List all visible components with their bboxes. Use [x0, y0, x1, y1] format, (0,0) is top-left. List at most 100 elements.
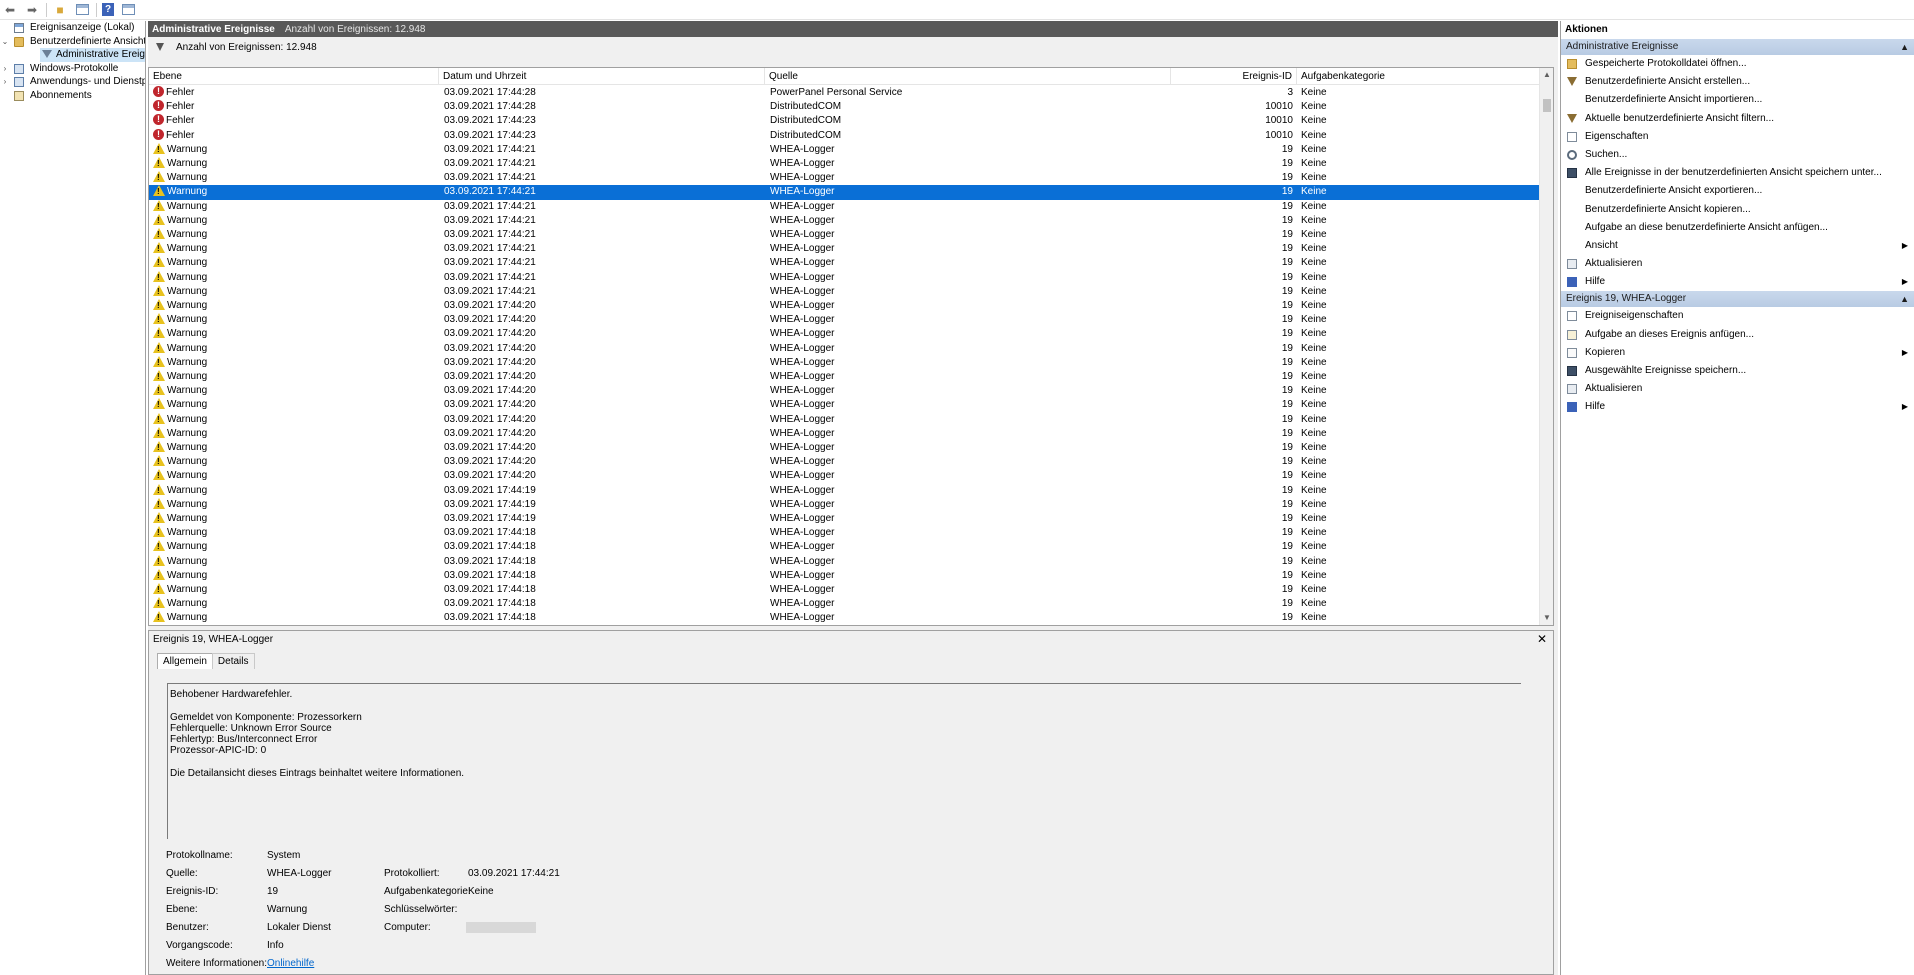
tab-general[interactable]: Allgemein — [157, 653, 213, 669]
action-item[interactable]: Ereigniseigenschaften — [1561, 307, 1914, 325]
date-cell: 03.09.2021 17:44:18 — [444, 612, 536, 624]
table-row[interactable]: Warnung 03.09.2021 17:44:21 WHEA-Logger 19 K… — [149, 157, 1539, 171]
action-item[interactable]: Benutzerdefinierte Ansicht exportieren..… — [1561, 182, 1914, 200]
action-item[interactable]: Suchen... — [1561, 146, 1914, 164]
tree-item-2[interactable]: Administrative Ereignisse — [40, 48, 145, 62]
table-row[interactable]: Warnung 03.09.2021 17:44:21 WHEA-Logger 19 K… — [149, 284, 1539, 299]
table-row[interactable]: Fehler 03.09.2021 17:44:23 DistributedCOM 1… — [149, 128, 1539, 143]
tree-item-4[interactable]: › Anwendungs- und Dienstprotokolle — [0, 75, 145, 89]
online-help-link[interactable]: Onlinehilfe — [267, 958, 314, 970]
date-cell: 03.09.2021 17:44:21 — [444, 271, 536, 283]
chevron-down-icon[interactable]: ⌄ — [1, 35, 9, 49]
action-item[interactable]: Benutzerdefinierte Ansicht kopieren... — [1561, 201, 1914, 219]
action-item[interactable]: Hilfe ▶ — [1561, 273, 1914, 291]
event-id-cell: 19 — [1281, 385, 1293, 397]
action-item[interactable]: Aktualisieren — [1561, 380, 1914, 398]
event-id-cell: 19 — [1281, 158, 1293, 169]
action-item[interactable]: Ansicht ▶ — [1561, 237, 1914, 255]
table-row[interactable]: Warnung 03.09.2021 17:44:21 WHEA-Logger 19 K… — [149, 270, 1539, 285]
table-row[interactable]: Warnung 03.09.2021 17:44:21 WHEA-Logger 19 K… — [149, 142, 1539, 157]
table-row[interactable]: Warnung 03.09.2021 17:44:21 WHEA-Logger 19 K… — [149, 171, 1539, 185]
table-row[interactable]: Warnung 03.09.2021 17:44:21 WHEA-Logger 19 K… — [149, 242, 1539, 256]
chevron-right-icon[interactable]: › — [1, 75, 9, 89]
date-cell: 03.09.2021 17:44:23 — [444, 115, 536, 127]
action-group-header[interactable]: Administrative Ereignisse ▲ — [1561, 39, 1914, 55]
action-item[interactable]: Aktualisieren — [1561, 255, 1914, 273]
table-row[interactable]: Warnung 03.09.2021 17:44:20 WHEA-Logger 19 K… — [149, 299, 1539, 313]
table-row[interactable]: Warnung 03.09.2021 17:44:21 WHEA-Logger 19 K… — [149, 185, 1539, 200]
level-label: Ebene: — [166, 904, 198, 915]
table-row[interactable]: Warnung 03.09.2021 17:44:18 WHEA-Logger 19 K… — [149, 597, 1539, 611]
scroll-down-icon[interactable]: ▼ — [1540, 611, 1553, 625]
folder-up-icon[interactable]: ■ — [52, 2, 68, 18]
show-hide-tree-icon[interactable] — [74, 2, 90, 18]
action-item[interactable]: Gespeicherte Protokolldatei öffnen... — [1561, 55, 1914, 73]
table-row[interactable]: Warnung 03.09.2021 17:44:20 WHEA-Logger 19 K… — [149, 341, 1539, 356]
action-item[interactable]: Kopieren ▶ — [1561, 344, 1914, 362]
table-row[interactable]: Warnung 03.09.2021 17:44:19 WHEA-Logger 19 K… — [149, 497, 1539, 512]
action-item[interactable]: Alle Ereignisse in der benutzerdefiniert… — [1561, 164, 1914, 182]
action-item[interactable]: Benutzerdefinierte Ansicht importieren..… — [1561, 91, 1914, 109]
close-icon[interactable]: ✕ — [1537, 632, 1547, 646]
table-row[interactable]: Warnung 03.09.2021 17:44:18 WHEA-Logger 19 K… — [149, 611, 1539, 625]
table-row[interactable]: Warnung 03.09.2021 17:44:18 WHEA-Logger 19 K… — [149, 568, 1539, 583]
table-row[interactable]: Warnung 03.09.2021 17:44:18 WHEA-Logger 19 K… — [149, 526, 1539, 540]
vertical-scrollbar[interactable]: ▲ ▼ — [1539, 68, 1553, 625]
scroll-thumb[interactable] — [1543, 99, 1551, 112]
table-row[interactable]: Warnung 03.09.2021 17:44:20 WHEA-Logger 19 K… — [149, 327, 1539, 341]
chevron-up-icon[interactable]: ▲ — [1900, 39, 1909, 55]
column-header-task-category[interactable]: Aufgabenkategorie — [1297, 68, 1540, 85]
table-row[interactable]: Warnung 03.09.2021 17:44:20 WHEA-Logger 19 K… — [149, 313, 1539, 327]
tree-item-1[interactable]: ⌄ Benutzerdefinierte Ansichten — [0, 35, 145, 49]
table-row[interactable]: Warnung 03.09.2021 17:44:21 WHEA-Logger 19 K… — [149, 256, 1539, 270]
table-row[interactable]: Fehler 03.09.2021 17:44:28 PowerPanel Pers… — [149, 86, 1539, 100]
action-item[interactable]: Eigenschaften — [1561, 128, 1914, 146]
action-item[interactable]: Aufgabe an diese benutzerdefinierte Ansi… — [1561, 219, 1914, 237]
tree-item-3[interactable]: › Windows-Protokolle — [0, 62, 145, 76]
back-arrow-icon[interactable]: ⬅ — [2, 2, 18, 18]
table-row[interactable]: Warnung 03.09.2021 17:44:18 WHEA-Logger 19 K… — [149, 540, 1539, 554]
table-row[interactable]: Warnung 03.09.2021 17:44:20 WHEA-Logger 19 K… — [149, 455, 1539, 469]
table-row[interactable]: Warnung 03.09.2021 17:44:20 WHEA-Logger 19 K… — [149, 469, 1539, 483]
warning-icon — [153, 526, 165, 538]
table-row[interactable]: Warnung 03.09.2021 17:44:19 WHEA-Logger 19 K… — [149, 512, 1539, 526]
table-row[interactable]: Warnung 03.09.2021 17:44:18 WHEA-Logger 19 K… — [149, 554, 1539, 569]
table-row[interactable]: Warnung 03.09.2021 17:44:20 WHEA-Logger 19 K… — [149, 355, 1539, 370]
table-row[interactable]: Warnung 03.09.2021 17:44:21 WHEA-Logger 19 K… — [149, 199, 1539, 214]
chevron-up-icon[interactable]: ▲ — [1900, 291, 1909, 307]
tab-details[interactable]: Details — [211, 653, 255, 669]
table-row[interactable]: Warnung 03.09.2021 17:44:20 WHEA-Logger 19 K… — [149, 441, 1539, 455]
action-item[interactable]: Hilfe ▶ — [1561, 398, 1914, 416]
table-row[interactable]: Warnung 03.09.2021 17:44:20 WHEA-Logger 19 K… — [149, 412, 1539, 427]
table-row[interactable]: Fehler 03.09.2021 17:44:23 DistributedCOM 1… — [149, 114, 1539, 128]
table-row[interactable]: Fehler 03.09.2021 17:44:28 DistributedCOM 1… — [149, 100, 1539, 114]
action-item[interactable]: Benutzerdefinierte Ansicht erstellen... — [1561, 73, 1914, 91]
table-row[interactable]: Warnung 03.09.2021 17:44:20 WHEA-Logger 19 K… — [149, 370, 1539, 384]
help-icon[interactable]: ? — [102, 3, 114, 16]
action-item[interactable]: Aktuelle benutzerdefinierte Ansicht filt… — [1561, 110, 1914, 128]
column-header-level[interactable]: Ebene — [149, 68, 439, 85]
table-row[interactable]: Warnung 03.09.2021 17:44:20 WHEA-Logger 19 K… — [149, 384, 1539, 398]
table-row[interactable]: Warnung 03.09.2021 17:44:21 WHEA-Logger 19 K… — [149, 213, 1539, 228]
column-header-source[interactable]: Quelle — [765, 68, 1171, 85]
action-group-header[interactable]: Ereignis 19, WHEA-Logger ▲ — [1561, 291, 1914, 308]
action-item[interactable]: Aufgabe an dieses Ereignis anfügen... — [1561, 326, 1914, 344]
column-header-date[interactable]: Datum und Uhrzeit — [439, 68, 765, 85]
column-header-event-id[interactable]: Ereignis-ID — [1171, 68, 1297, 85]
table-row[interactable]: Warnung 03.09.2021 17:44:20 WHEA-Logger 19 K… — [149, 426, 1539, 441]
table-row[interactable]: Warnung 03.09.2021 17:44:20 WHEA-Logger 19 K… — [149, 398, 1539, 412]
chevron-right-icon[interactable]: › — [1, 62, 9, 76]
preview-tabs: Allgemein Details — [157, 653, 255, 669]
forward-arrow-icon[interactable]: ➡ — [24, 2, 40, 18]
level-text: Warnung — [167, 158, 208, 169]
table-row[interactable]: Warnung 03.09.2021 17:44:19 WHEA-Logger 19 K… — [149, 483, 1539, 498]
show-hide-action-pane-icon[interactable] — [120, 2, 136, 18]
action-item-label: Aktuelle benutzerdefinierte Ansicht filt… — [1585, 112, 1774, 124]
table-row[interactable]: Warnung 03.09.2021 17:44:21 WHEA-Logger 19 K… — [149, 228, 1539, 242]
scroll-up-icon[interactable]: ▲ — [1540, 68, 1553, 82]
tree-item-0[interactable]: Ereignisanzeige (Lokal) — [0, 21, 145, 35]
category-cell: Keine — [1301, 342, 1327, 354]
table-row[interactable]: Warnung 03.09.2021 17:44:18 WHEA-Logger 19 K… — [149, 583, 1539, 597]
tree-item-5[interactable]: Abonnements — [0, 89, 145, 103]
action-item[interactable]: Ausgewählte Ereignisse speichern... — [1561, 362, 1914, 380]
